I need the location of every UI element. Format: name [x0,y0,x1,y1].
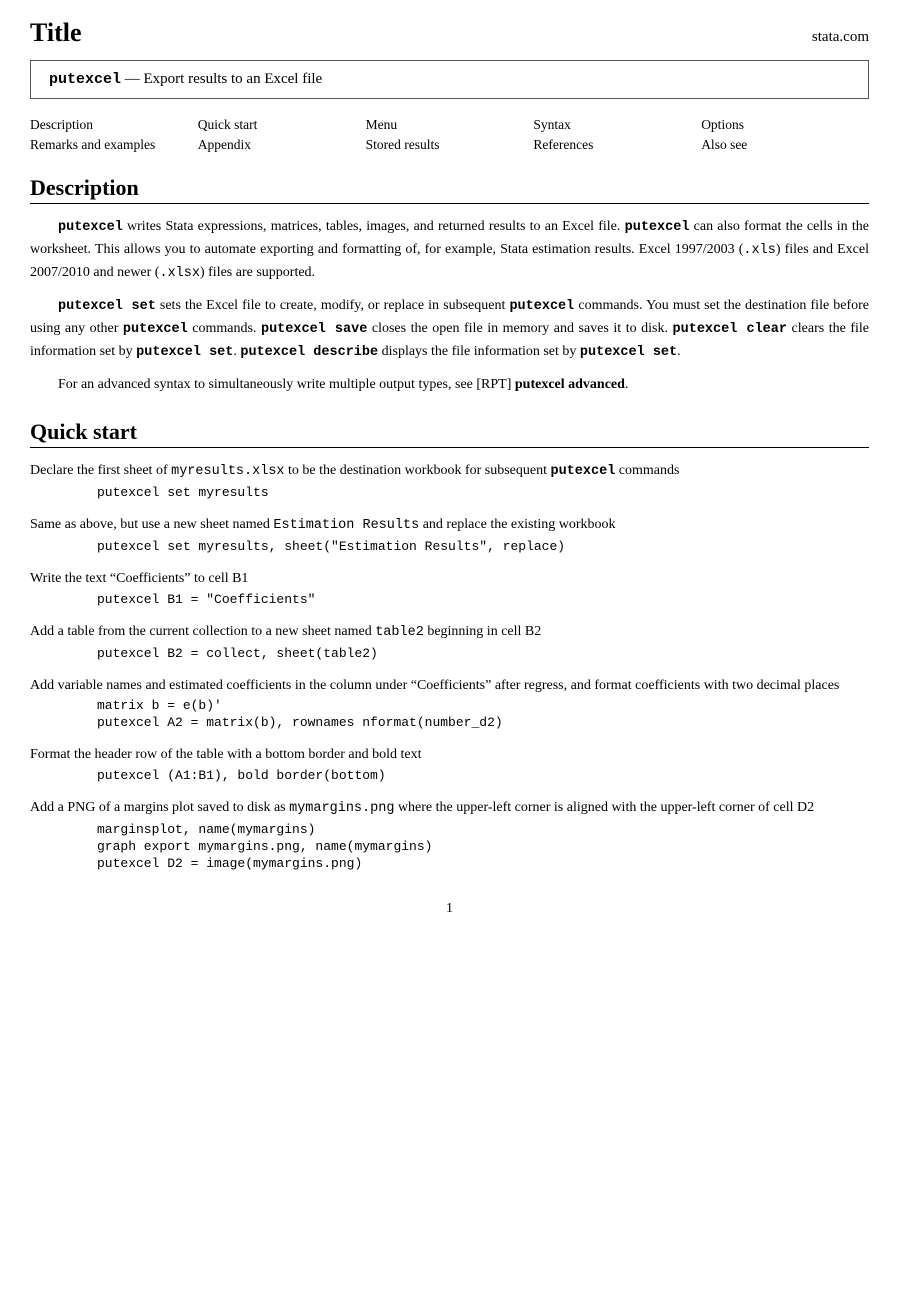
qs-item-2-indent: putexcel set myresults, sheet("Estimatio… [58,539,869,554]
description-para1: putexcel writes Stata expressions, matri… [30,216,869,285]
nav-quickstart[interactable]: Quick start [198,117,258,132]
qs-item-2: Same as above, but use a new sheet named… [30,514,869,554]
nav-also-see[interactable]: Also see [701,137,747,152]
page-number: 1 [30,901,869,917]
nav-options[interactable]: Options [701,117,744,132]
qs-item-6-indent: putexcel (A1:B1), bold border(bottom) [58,768,869,783]
title-description: Export results to an Excel file [144,71,323,87]
qs-item-5-indent: matrix b = e(b)' putexcel A2 = matrix(b)… [58,698,869,730]
description-heading: Description [30,175,869,204]
nav-description[interactable]: Description [30,117,93,132]
qs-item-6-code-1: putexcel (A1:B1), bold border(bottom) [97,768,869,783]
qs-item-1-text: Declare the first sheet of myresults.xls… [30,460,869,483]
qs-item-5-code-2: putexcel A2 = matrix(b), rownames nforma… [97,715,869,730]
qs-item-4-text: Add a table from the current collection … [30,621,869,644]
qs-item-3-text: Write the text “Coefficients” to cell B1 [30,568,869,590]
nav-references[interactable]: References [533,137,593,152]
qs-item-3-code-1: putexcel B1 = "Coefficients" [97,592,869,607]
description-section: Description putexcel writes Stata expres… [30,175,869,395]
nav-syntax[interactable]: Syntax [533,117,571,132]
qs-item-4-code-1: putexcel B2 = collect, sheet(table2) [97,646,869,661]
qs-item-7: Add a PNG of a margins plot saved to dis… [30,797,869,871]
qs-item-1-indent: putexcel set myresults [58,485,869,500]
brand-link[interactable]: stata.com [812,29,869,46]
qs-item-5-text: Add variable names and estimated coeffic… [30,675,869,697]
quickstart-heading: Quick start [30,419,869,448]
qs-item-2-code-1: putexcel set myresults, sheet("Estimatio… [97,539,869,554]
qs-item-1-code-1: putexcel set myresults [97,485,869,500]
nav-appendix[interactable]: Appendix [198,137,251,152]
description-para2: putexcel set sets the Excel file to crea… [30,295,869,364]
page-title: Title [30,18,82,48]
qs-item-1: Declare the first sheet of myresults.xls… [30,460,869,500]
title-dash: — [125,71,140,87]
nav-menu[interactable]: Menu [366,117,398,132]
qs-item-7-code-2: graph export mymargins.png, name(mymargi… [97,839,869,854]
nav-stored-results[interactable]: Stored results [366,137,440,152]
qs-item-5: Add variable names and estimated coeffic… [30,675,869,731]
qs-item-6-text: Format the header row of the table with … [30,744,869,766]
nav-table: Description Quick start Menu Syntax Opti… [30,115,869,155]
qs-item-4-indent: putexcel B2 = collect, sheet(table2) [58,646,869,661]
qs-item-7-text: Add a PNG of a margins plot saved to dis… [30,797,869,820]
qs-item-6: Format the header row of the table with … [30,744,869,783]
qs-item-5-code-1: matrix b = e(b)' [97,698,869,713]
description-para3: For an advanced syntax to simultaneously… [30,374,869,396]
title-box: putexcel — Export results to an Excel fi… [30,60,869,99]
qs-item-2-text: Same as above, but use a new sheet named… [30,514,869,537]
qs-item-3-indent: putexcel B1 = "Coefficients" [58,592,869,607]
qs-item-7-code-1: marginsplot, name(mymargins) [97,822,869,837]
qs-item-7-indent: marginsplot, name(mymargins) graph expor… [58,822,869,871]
qs-item-3: Write the text “Coefficients” to cell B1… [30,568,869,607]
qs-item-4: Add a table from the current collection … [30,621,869,661]
quickstart-section: Quick start Declare the first sheet of m… [30,419,869,871]
nav-remarks[interactable]: Remarks and examples [30,137,155,152]
qs-item-7-code-3: putexcel D2 = image(mymargins.png) [97,856,869,871]
title-command: putexcel [49,71,121,88]
page-header: Title stata.com [30,18,869,48]
